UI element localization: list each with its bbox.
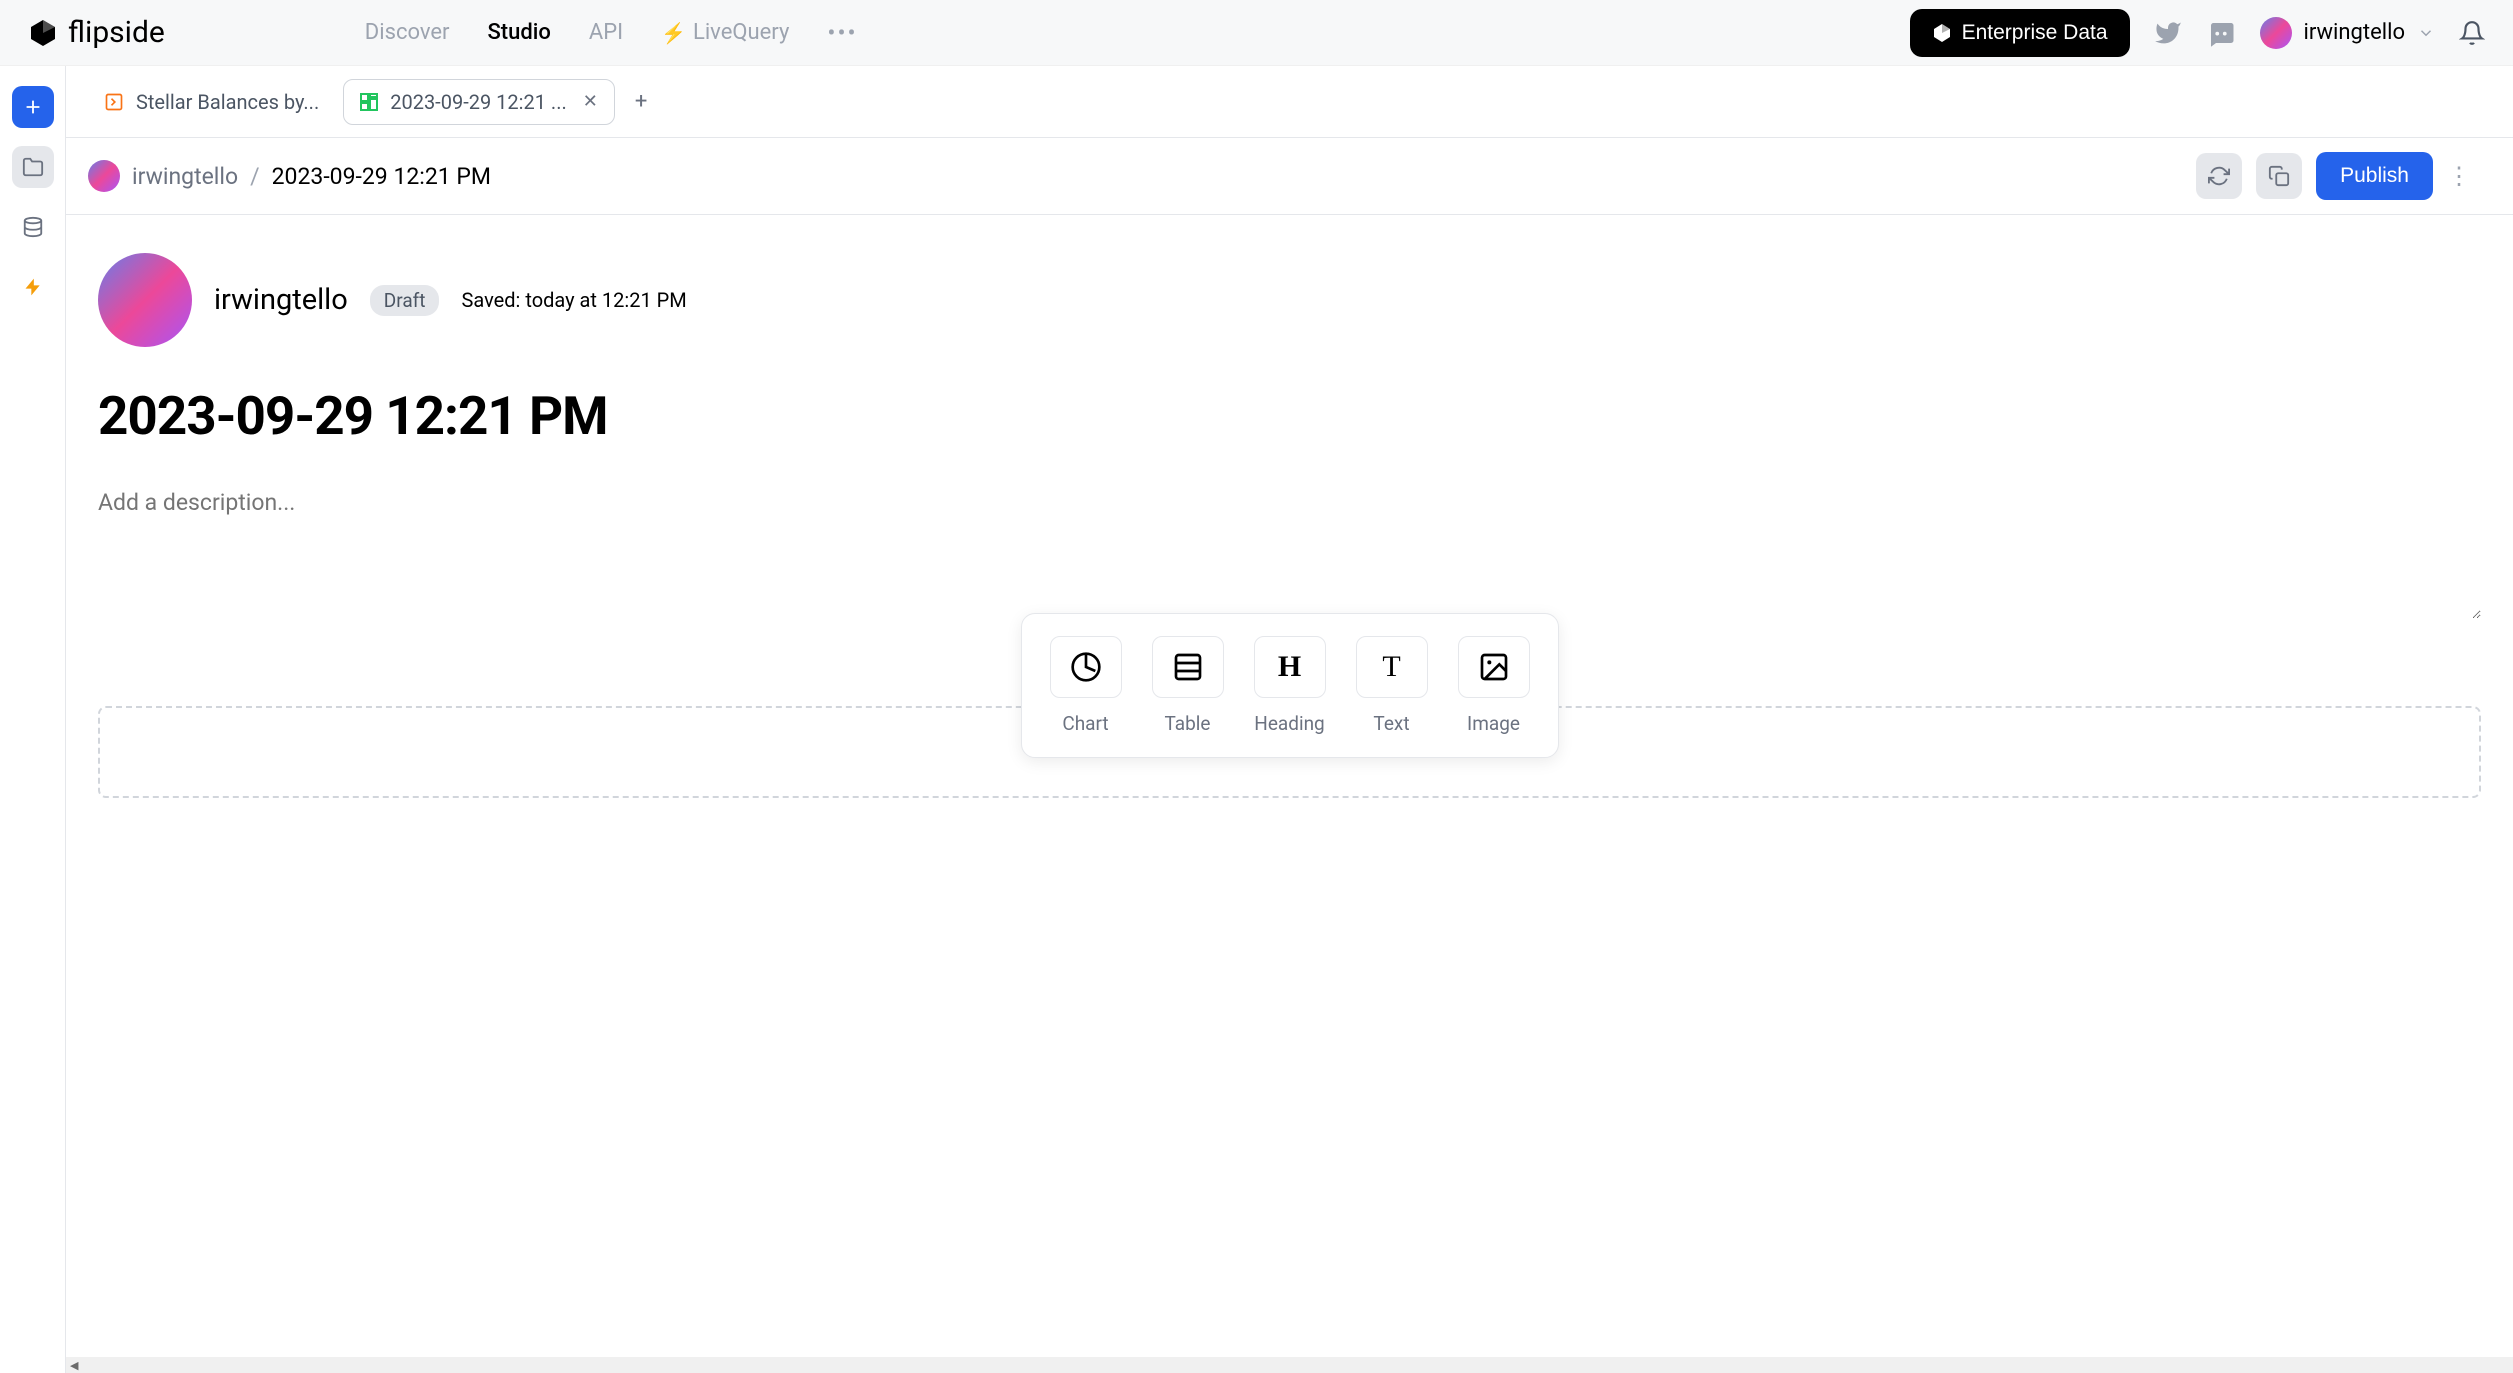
avatar	[2260, 17, 2292, 49]
cube-icon	[1932, 23, 1952, 43]
notifications-icon[interactable]	[2459, 20, 2485, 46]
breadcrumb: irwingtello / 2023-09-29 12:21 PM	[88, 160, 491, 192]
horizontal-scrollbar[interactable]: ◀	[66, 1357, 2513, 1373]
username-label: irwingtello	[2304, 20, 2405, 45]
table-icon	[1172, 651, 1204, 683]
author-row: irwingtello Draft Saved: today at 12:21 …	[98, 253, 2481, 347]
tool-label: Chart	[1062, 712, 1108, 735]
author-name: irwingtello	[214, 283, 348, 317]
refresh-icon	[2208, 165, 2230, 187]
folder-button[interactable]	[12, 146, 54, 188]
refresh-button[interactable]	[2196, 153, 2242, 199]
user-menu[interactable]: irwingtello	[2260, 17, 2435, 49]
lightning-icon: ⚡	[661, 21, 686, 45]
text-icon: T	[1382, 650, 1400, 684]
app-header: flipside Discover Studio API ⚡ LiveQuery…	[0, 0, 2513, 66]
copy-button[interactable]	[2256, 153, 2302, 199]
query-icon	[104, 92, 124, 112]
scroll-left-arrow[interactable]: ◀	[70, 1359, 78, 1372]
new-button[interactable]	[12, 86, 54, 128]
nav-links: Discover Studio API ⚡ LiveQuery •••	[365, 19, 858, 47]
insert-chart-button[interactable]: Chart	[1050, 636, 1122, 735]
logo[interactable]: flipside	[28, 15, 165, 50]
main-area: Stellar Balances by... 2023-09-29 12:21 …	[66, 66, 2513, 1373]
breadcrumb-actions: Publish ⋮	[2196, 152, 2471, 200]
nav-livequery[interactable]: ⚡ LiveQuery	[661, 20, 789, 45]
close-icon[interactable]: ✕	[583, 91, 598, 112]
heading-icon: H	[1278, 650, 1301, 684]
avatar	[88, 160, 120, 192]
logo-text: flipside	[68, 15, 165, 50]
more-menu-icon[interactable]: ⋮	[2447, 162, 2471, 190]
tabs-bar: Stellar Balances by... 2023-09-29 12:21 …	[66, 66, 2513, 138]
tab-label: 2023-09-29 12:21 ...	[390, 90, 567, 114]
chart-icon	[1070, 651, 1102, 683]
nav-studio[interactable]: Studio	[487, 20, 550, 45]
breadcrumb-user[interactable]: irwingtello	[132, 163, 238, 190]
avatar	[98, 253, 192, 347]
copy-icon	[2268, 165, 2290, 187]
nav-discover[interactable]: Discover	[365, 20, 450, 45]
content-area: irwingtello Draft Saved: today at 12:21 …	[66, 215, 2513, 1357]
tool-label: Heading	[1254, 712, 1324, 735]
chevron-down-icon	[2417, 24, 2435, 42]
add-tab-button[interactable]: +	[623, 81, 659, 122]
folder-icon	[22, 156, 44, 178]
publish-button[interactable]: Publish	[2316, 152, 2433, 200]
more-dots-icon[interactable]: •••	[827, 19, 857, 47]
plus-icon	[22, 96, 44, 118]
header-right: Enterprise Data irwingtello	[1910, 9, 2485, 57]
discord-icon[interactable]	[2206, 18, 2236, 48]
twitter-icon[interactable]	[2154, 19, 2182, 47]
bolt-icon	[23, 277, 43, 297]
tab-current-dashboard[interactable]: 2023-09-29 12:21 ... ✕	[343, 79, 615, 125]
database-icon	[22, 216, 44, 238]
document-title[interactable]: 2023-09-29 12:21 PM	[98, 385, 2481, 447]
saved-text: Saved: today at 12:21 PM	[461, 288, 686, 312]
insert-toolbar: Chart Table H Heading T	[1021, 613, 1559, 758]
database-button[interactable]	[12, 206, 54, 248]
enterprise-data-button[interactable]: Enterprise Data	[1910, 9, 2130, 57]
insert-heading-button[interactable]: H Heading	[1254, 636, 1326, 735]
tab-stellar-balances[interactable]: Stellar Balances by...	[88, 80, 335, 124]
breadcrumb-title: 2023-09-29 12:21 PM	[272, 163, 491, 190]
insert-text-button[interactable]: T Text	[1356, 636, 1428, 735]
draft-badge: Draft	[370, 285, 440, 316]
sidebar	[0, 66, 66, 1373]
description-input[interactable]	[98, 489, 2481, 619]
nav-api[interactable]: API	[589, 20, 623, 45]
tool-label: Table	[1165, 712, 1211, 735]
breadcrumb-bar: irwingtello / 2023-09-29 12:21 PM Publis…	[66, 138, 2513, 215]
insert-image-button[interactable]: Image	[1458, 636, 1530, 735]
tool-label: Image	[1467, 712, 1520, 735]
lightning-button[interactable]	[12, 266, 54, 308]
insert-table-button[interactable]: Table	[1152, 636, 1224, 735]
tool-label: Text	[1373, 712, 1409, 735]
dashboard-icon	[360, 93, 378, 111]
breadcrumb-sep: /	[250, 163, 260, 190]
image-icon	[1478, 651, 1510, 683]
tab-label: Stellar Balances by...	[136, 90, 319, 114]
flipside-logo-icon	[28, 18, 58, 48]
